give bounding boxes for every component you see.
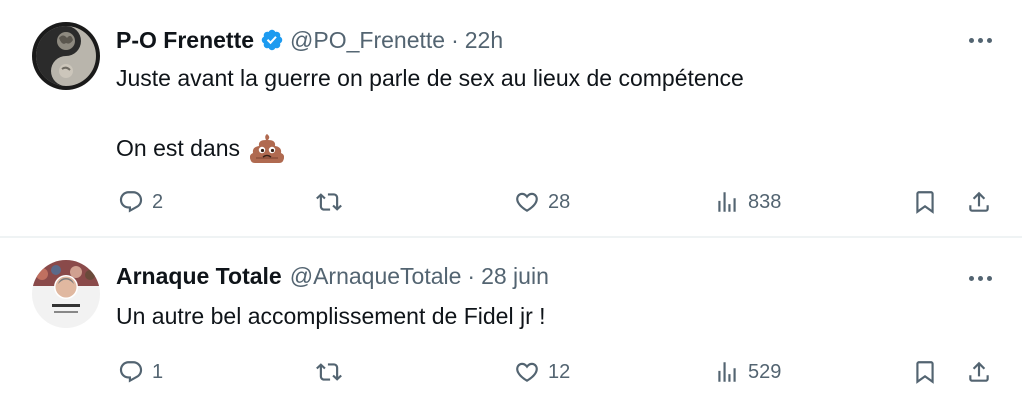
tweet-text-line2: On est dans [116, 132, 285, 164]
timestamp[interactable]: 22h [465, 27, 503, 54]
bookmark-icon [916, 361, 934, 384]
share-button[interactable] [966, 354, 992, 390]
like-count: 28 [548, 190, 571, 213]
avatar[interactable] [32, 22, 100, 90]
verified-badge-icon [261, 29, 283, 51]
bookmark-button[interactable] [912, 354, 938, 390]
tweet[interactable]: Arnaque Totale @ArnaqueTotale · 28 juin … [0, 238, 1022, 406]
poop-emoji-icon [250, 134, 285, 163]
share-button[interactable] [966, 184, 992, 220]
like-icon [516, 362, 538, 382]
views-icon [718, 362, 736, 382]
views-count: 529 [748, 360, 782, 383]
display-name[interactable]: Arnaque Totale [116, 263, 282, 290]
like-count: 12 [548, 360, 571, 383]
tweet-header: P-O Frenette @PO_Frenette · 22h [116, 24, 503, 56]
retweet-icon [316, 363, 342, 381]
tweet[interactable]: P-O Frenette @PO_Frenette · 22h Juste av… [0, 0, 1022, 236]
like-button[interactable]: 12 [514, 354, 570, 390]
like-button[interactable]: 28 [514, 184, 570, 220]
action-bar: 1 12 529 [0, 354, 1022, 390]
display-name[interactable]: P-O Frenette [116, 27, 254, 54]
reply-count: 2 [152, 190, 164, 213]
share-icon [969, 191, 989, 212]
tweet-text: Juste avant la guerre on parle de sex au… [116, 65, 744, 91]
handle[interactable]: @PO_Frenette [290, 27, 445, 54]
reply-icon [119, 361, 143, 383]
reply-icon [119, 191, 143, 213]
views-button[interactable]: 838 [714, 184, 781, 220]
action-bar: 2 28 838 [0, 184, 1022, 220]
more-icon[interactable] [966, 34, 994, 46]
tweet-text: Un autre bel accomplissement de Fidel jr… [116, 303, 546, 329]
retweet-button[interactable] [316, 184, 350, 220]
tweet-text: On est dans [116, 135, 241, 161]
tweet-header: Arnaque Totale @ArnaqueTotale · 28 juin [116, 260, 549, 292]
views-button[interactable]: 529 [714, 354, 781, 390]
retweet-button[interactable] [316, 354, 350, 390]
timestamp[interactable]: 28 juin [481, 263, 549, 290]
views-count: 838 [748, 190, 782, 213]
like-icon [516, 192, 538, 212]
bookmark-icon [916, 191, 934, 214]
separator: · [451, 26, 459, 53]
handle[interactable]: @ArnaqueTotale [290, 263, 462, 290]
reply-count: 1 [152, 360, 164, 383]
views-icon [718, 192, 736, 212]
avatar[interactable] [32, 260, 100, 328]
separator: · [467, 262, 476, 289]
reply-button[interactable]: 1 [118, 354, 163, 390]
reply-button[interactable]: 2 [118, 184, 163, 220]
bookmark-button[interactable] [912, 184, 938, 220]
share-icon [969, 361, 989, 382]
more-icon[interactable] [966, 272, 994, 284]
retweet-icon [316, 193, 342, 211]
